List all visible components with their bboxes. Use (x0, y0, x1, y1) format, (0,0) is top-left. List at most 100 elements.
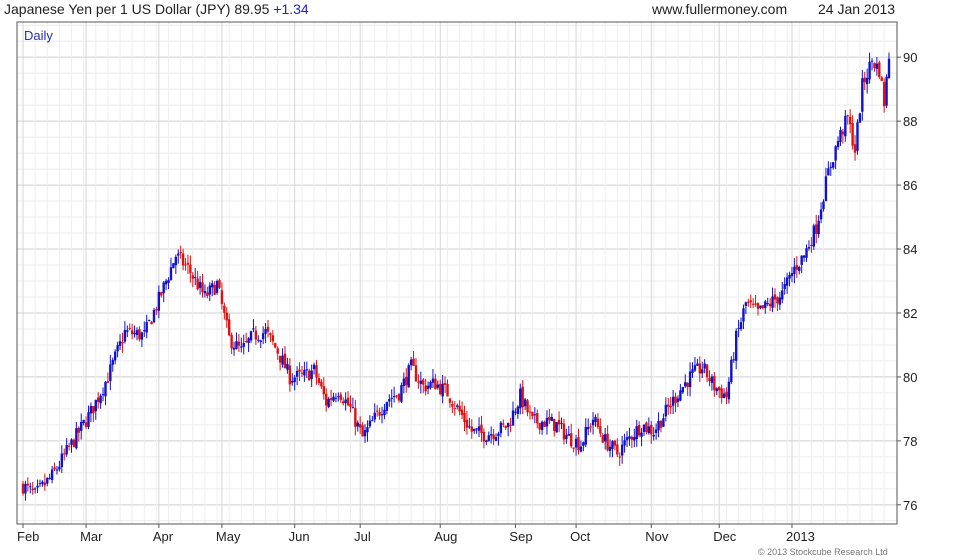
candle (351, 397, 355, 409)
candle-body (676, 398, 680, 403)
candle-body (669, 405, 672, 408)
candle-body (164, 280, 168, 285)
candle-body (798, 266, 801, 272)
candle-body (841, 131, 845, 135)
candle-body (281, 355, 284, 365)
candle (650, 420, 653, 444)
candle-body (620, 444, 624, 456)
candle (225, 306, 228, 328)
candle (400, 382, 403, 404)
candle-body (397, 394, 401, 401)
candle-body (346, 397, 350, 406)
candle-body (230, 334, 233, 349)
candle (715, 387, 718, 395)
candle (468, 417, 471, 429)
candle (441, 374, 444, 404)
candle-body (647, 426, 651, 434)
candle (436, 380, 440, 390)
candle-body (422, 379, 425, 385)
candle-body (599, 426, 602, 434)
candle-body (75, 428, 78, 449)
candle (824, 167, 828, 202)
candle (601, 432, 604, 444)
candle-body (126, 330, 129, 332)
candle (817, 215, 820, 238)
candle-body (681, 387, 685, 393)
candle (407, 363, 410, 388)
candle-body (104, 381, 107, 397)
candle (570, 423, 573, 449)
copyright-text: © 2013 Stockcube Research Ltd (758, 547, 888, 557)
candle (162, 281, 165, 303)
y-tick-label: 80 (903, 370, 917, 385)
candle (75, 422, 78, 450)
candlestick-series (21, 52, 891, 501)
candle (659, 420, 663, 433)
candle (89, 402, 93, 423)
candle-body (213, 285, 216, 295)
candle (620, 435, 624, 464)
candle-body (887, 58, 891, 79)
candle (152, 308, 156, 324)
candle-body (594, 416, 597, 422)
plot-frame (16, 21, 898, 525)
candle (572, 447, 575, 453)
candle (647, 417, 651, 435)
candle (337, 392, 340, 402)
candle-body (405, 376, 408, 386)
candle (339, 391, 342, 403)
candle (409, 356, 413, 371)
candle-body (94, 399, 97, 412)
candle-body (691, 369, 694, 373)
candle-body (540, 421, 544, 430)
candle-body (441, 383, 444, 397)
candle-body (737, 327, 740, 329)
candle (764, 299, 767, 314)
candle-body (80, 421, 83, 431)
candle-body (701, 369, 704, 374)
y-axis: 76 78 80 82 84 86 88 90 (897, 50, 917, 513)
candle-body (169, 267, 173, 280)
candle-body (186, 262, 190, 265)
candle (608, 439, 612, 458)
x-tick-label: Dec (713, 529, 737, 544)
candle (853, 135, 857, 161)
candle-body (58, 466, 61, 470)
candle-body (815, 224, 818, 234)
candle (422, 377, 425, 394)
candle (92, 406, 95, 422)
candle-body (439, 383, 442, 395)
candle (637, 421, 641, 438)
candle-body (291, 380, 294, 383)
candle-body (550, 417, 554, 421)
candle-body (426, 385, 430, 389)
candle (516, 405, 520, 419)
candle-body (392, 396, 396, 398)
candle (528, 405, 532, 420)
candle (453, 401, 456, 416)
candle-body (356, 422, 359, 427)
candle-body (587, 427, 590, 430)
candle (368, 415, 372, 429)
candle (26, 477, 30, 492)
candle-body (878, 62, 881, 78)
candle (744, 301, 748, 315)
candle (109, 354, 112, 391)
candle (506, 422, 510, 437)
candle-body (174, 256, 178, 266)
candle-body (334, 397, 338, 399)
candle-body (603, 434, 607, 442)
candle (179, 245, 182, 259)
candle-body (400, 385, 403, 402)
candle-body (722, 393, 726, 399)
candle (688, 362, 692, 397)
candle (606, 425, 609, 452)
candle (344, 392, 347, 411)
candle-body (628, 436, 631, 439)
candle-body (208, 285, 211, 295)
candle (848, 109, 852, 134)
candle (795, 256, 799, 278)
candle (543, 420, 546, 427)
candle (812, 223, 816, 251)
candle (475, 428, 478, 434)
